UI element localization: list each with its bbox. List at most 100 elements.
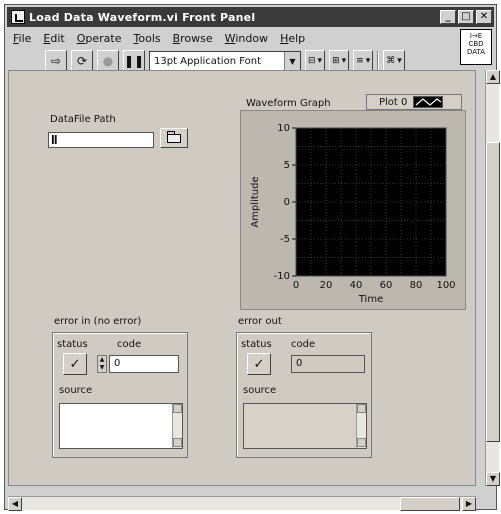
connector-line-2: CBD bbox=[468, 40, 484, 48]
connector-line-3: DATA bbox=[466, 48, 486, 56]
y-tick-label: -5 bbox=[280, 234, 290, 245]
maximize-button[interactable]: □ bbox=[458, 10, 474, 24]
vertical-scrollbar[interactable]: ▲ ▼ bbox=[485, 70, 500, 486]
scroll-up-icon[interactable] bbox=[173, 404, 182, 413]
abort-icon: ● bbox=[102, 54, 114, 68]
browse-button[interactable] bbox=[160, 128, 188, 148]
chevron-down-icon: ▾ bbox=[317, 56, 323, 66]
error-in-status-label: status bbox=[57, 339, 88, 350]
scroll-right-icon[interactable]: ▶ bbox=[462, 497, 476, 511]
resize-icon: ⌘ bbox=[386, 56, 396, 66]
distribute-objects-button[interactable]: ⊞ ▾ bbox=[329, 50, 350, 72]
error-out-code-indicator: 0 bbox=[291, 355, 365, 373]
y-tick-label: -10 bbox=[274, 271, 290, 282]
error-in-label: error in (no error) bbox=[54, 316, 142, 327]
x-tick-label: 80 bbox=[410, 280, 423, 291]
align-objects-icon: ⊟ bbox=[308, 56, 316, 66]
error-out-source-indicator bbox=[243, 403, 367, 449]
reorder-icon: ≡ bbox=[356, 56, 364, 66]
menu-operate[interactable]: Operate bbox=[71, 32, 128, 45]
x-tick-label: 40 bbox=[350, 280, 363, 291]
x-axis-label: Time bbox=[358, 294, 383, 305]
abort-button[interactable]: ● bbox=[97, 50, 119, 72]
error-out-status-label: status bbox=[241, 339, 272, 350]
y-tick-label: 10 bbox=[277, 123, 290, 134]
scroll-down-icon[interactable] bbox=[173, 438, 182, 447]
font-selector[interactable]: 13pt Application Font ▼ bbox=[149, 51, 301, 71]
up-arrow-icon: ▲ bbox=[99, 356, 105, 363]
error-out-source-label: source bbox=[243, 385, 277, 396]
menu-window[interactable]: Window bbox=[219, 32, 274, 45]
minimize-button[interactable]: _ bbox=[440, 10, 456, 24]
distribute-objects-icon: ⊞ bbox=[332, 56, 340, 66]
x-tick-label: 60 bbox=[380, 280, 393, 291]
chevron-down-icon: ▾ bbox=[341, 56, 347, 66]
error-in-status-button[interactable]: ✓ bbox=[63, 353, 87, 375]
error-in-code-input[interactable]: 0 bbox=[109, 355, 179, 373]
toolbar-separator bbox=[377, 51, 380, 71]
scroll-left-icon[interactable]: ◀ bbox=[8, 497, 22, 511]
reorder-button[interactable]: ≡ ▾ bbox=[353, 50, 374, 72]
plot-line-icon bbox=[413, 96, 444, 108]
error-in-code-stepper[interactable]: ▲ ▼ bbox=[97, 355, 107, 373]
x-tick-label: 100 bbox=[436, 280, 455, 291]
datafile-path-label: DataFile Path bbox=[50, 114, 116, 125]
scroll-up-icon[interactable] bbox=[357, 404, 366, 413]
pause-button[interactable]: ❚❚ bbox=[123, 50, 145, 72]
menu-file[interactable]: File bbox=[7, 32, 37, 45]
error-out-cluster: status code ✓ 0 source bbox=[236, 332, 372, 458]
error-in-source-input[interactable] bbox=[59, 403, 183, 449]
chevron-down-icon: ▾ bbox=[397, 56, 402, 66]
vertical-scroll-thumb[interactable] bbox=[486, 142, 500, 442]
plot-legend[interactable]: Plot 0 bbox=[366, 94, 462, 110]
run-icon: ⇨ bbox=[50, 54, 62, 68]
plot-legend-label: Plot 0 bbox=[379, 96, 408, 108]
pause-icon: ❚❚ bbox=[123, 54, 145, 68]
title-bar[interactable]: Load Data Waveform.vi Front Panel _ □ ✕ bbox=[7, 7, 494, 27]
x-tick-label: 0 bbox=[293, 280, 299, 291]
menu-tools[interactable]: Tools bbox=[128, 32, 167, 45]
y-tick-label: 5 bbox=[284, 160, 290, 171]
font-selector-value: 13pt Application Font bbox=[154, 55, 261, 67]
chevron-down-icon: ▼ bbox=[284, 52, 300, 70]
menu-edit[interactable]: Edit bbox=[37, 32, 70, 45]
datafile-path-input[interactable]: ǁ bbox=[48, 132, 154, 148]
checkmark-icon: ✓ bbox=[69, 356, 81, 372]
align-objects-button[interactable]: ⊟ ▾ bbox=[305, 50, 326, 72]
folder-icon bbox=[167, 130, 181, 143]
down-arrow-icon: ▼ bbox=[99, 364, 105, 371]
scroll-down-icon[interactable] bbox=[357, 438, 366, 447]
menu-bar: File Edit Operate Tools Browse Window He… bbox=[7, 29, 311, 47]
chevron-down-icon: ▾ bbox=[365, 56, 371, 66]
y-axis-label: Amplitude bbox=[250, 176, 261, 227]
error-in-source-label: source bbox=[59, 385, 93, 396]
path-marker-icon: ǁ bbox=[51, 134, 58, 145]
connector-line-1: I→E bbox=[469, 32, 483, 40]
error-out-code-label: code bbox=[291, 339, 316, 350]
graph-title: Waveform Graph bbox=[246, 98, 331, 109]
close-button[interactable]: ✕ bbox=[476, 10, 492, 24]
run-continuously-icon: ⟳ bbox=[76, 54, 88, 68]
error-in-source-scrollbar[interactable] bbox=[172, 404, 182, 448]
scroll-up-icon[interactable]: ▲ bbox=[486, 70, 500, 84]
checkmark-icon: ✓ bbox=[253, 356, 265, 372]
run-button[interactable]: ⇨ bbox=[45, 50, 67, 72]
error-out-source-scrollbar[interactable] bbox=[356, 404, 366, 448]
horizontal-scrollbar[interactable]: ◀ ▶ bbox=[8, 496, 476, 511]
window-title: Load Data Waveform.vi Front Panel bbox=[29, 10, 256, 24]
y-tick-label: 0 bbox=[284, 197, 290, 208]
connector-pane-icon[interactable]: I→E CBD DATA bbox=[460, 29, 492, 65]
error-out-label: error out bbox=[238, 316, 282, 327]
run-continuously-button[interactable]: ⟳ bbox=[71, 50, 93, 72]
x-tick-label: 20 bbox=[320, 280, 333, 291]
error-out-status-indicator: ✓ bbox=[247, 353, 271, 375]
error-in-code-label: code bbox=[117, 339, 142, 350]
menu-help[interactable]: Help bbox=[274, 32, 311, 45]
scroll-down-icon[interactable]: ▼ bbox=[486, 472, 500, 486]
vi-app-icon[interactable] bbox=[11, 10, 25, 24]
menu-browse[interactable]: Browse bbox=[167, 32, 219, 45]
horizontal-scroll-thumb[interactable] bbox=[400, 497, 460, 511]
error-in-cluster: status code ✓ ▲ ▼ 0 source bbox=[52, 332, 188, 458]
resize-button[interactable]: ⌘ ▾ bbox=[383, 50, 405, 72]
waveform-graph-plot: 0 20 40 60 80 100 10 5 0 -5 -10 Time Amplitude bbox=[250, 123, 456, 305]
